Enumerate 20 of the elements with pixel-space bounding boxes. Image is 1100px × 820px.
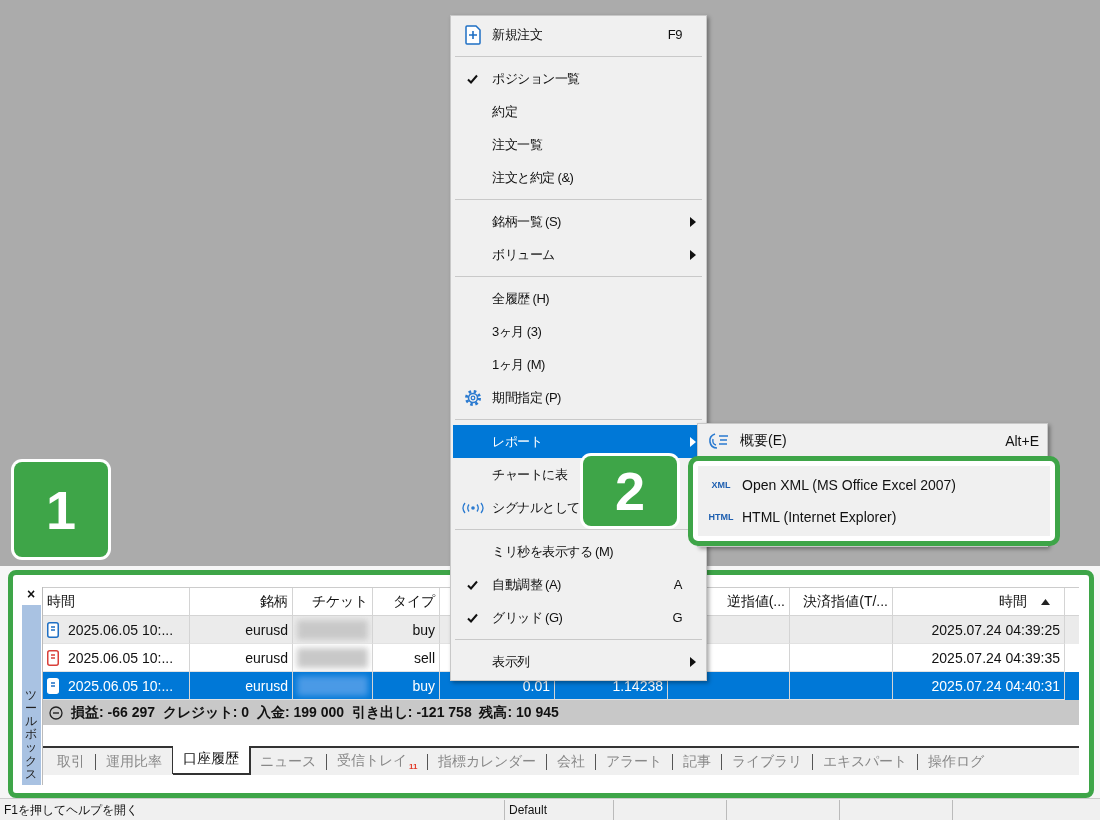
table-cell: 2025.06.05 10:... bbox=[68, 677, 174, 694]
table-cell: buy bbox=[412, 677, 435, 694]
toolbox-title: ツールボックス bbox=[25, 688, 37, 781]
table-cell: 1.14238 bbox=[612, 677, 663, 694]
summary-text: 損益: -66 297 クレジット: 0 入金: 199 000 引き出し: -121 758 残高: 10 945 bbox=[71, 703, 559, 722]
table-cell: 0.01 bbox=[522, 677, 550, 694]
table-cell: sell bbox=[414, 649, 435, 666]
table-cell: 2025.07.24 04:39:25 bbox=[931, 621, 1060, 638]
table-cell: buy bbox=[412, 621, 435, 638]
table-cell: eurusd bbox=[245, 677, 288, 694]
table-cell: eurusd bbox=[245, 649, 288, 666]
table-cell: 2025.06.05 10:... bbox=[68, 621, 174, 638]
status-text: F1を押してヘルプを開く bbox=[0, 800, 505, 820]
table-cell: eurusd bbox=[245, 621, 288, 638]
table-cell: 2025.07.24 04:40:31 bbox=[931, 677, 1060, 694]
step-number-badge: 2 bbox=[583, 456, 677, 526]
step-number-badge: 1 bbox=[14, 462, 108, 557]
table-cell: 2025.06.05 10:... bbox=[68, 649, 174, 666]
status-text: Default bbox=[505, 800, 614, 820]
table-cell: 2025.07.24 04:39:35 bbox=[931, 649, 1060, 666]
